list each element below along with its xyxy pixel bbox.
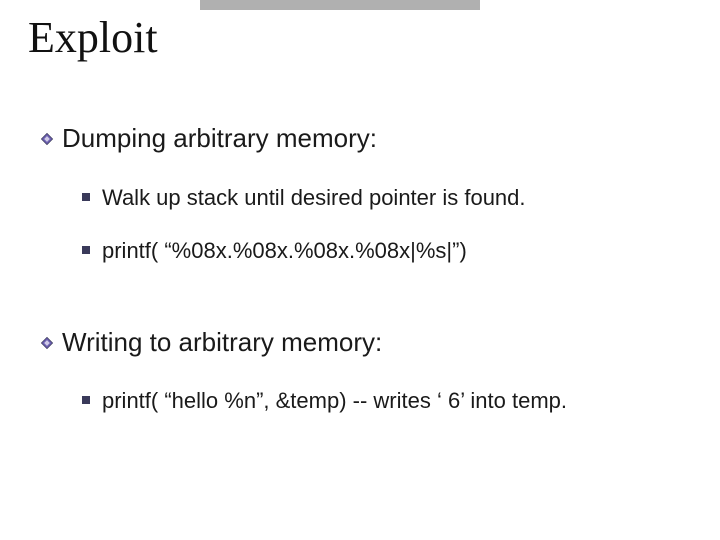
square-icon [82, 193, 90, 201]
square-icon [82, 246, 90, 254]
bullet-level2: Walk up stack until desired pointer is f… [82, 183, 700, 213]
bullet-text: Walk up stack until desired pointer is f… [102, 183, 526, 213]
section-heading: Writing to arbitrary memory: [62, 326, 382, 359]
slide-title: Exploit [28, 12, 158, 63]
bullet-level1: Dumping arbitrary memory: [40, 122, 700, 155]
header-bar [200, 0, 480, 10]
bullet-level1: Writing to arbitrary memory: [40, 326, 700, 359]
square-icon [82, 396, 90, 404]
bullet-level2: printf( “hello %n”, &temp) -- writes ‘ 6… [82, 386, 700, 416]
diamond-icon [40, 336, 54, 350]
section-heading: Dumping arbitrary memory: [62, 122, 377, 155]
bullet-text: printf( “%08x.%08x.%08x.%08x|%s|”) [102, 236, 467, 266]
slide-body: Dumping arbitrary memory: Walk up stack … [40, 122, 700, 440]
diamond-icon [40, 132, 54, 146]
bullet-level2: printf( “%08x.%08x.%08x.%08x|%s|”) [82, 236, 700, 266]
bullet-text: printf( “hello %n”, &temp) -- writes ‘ 6… [102, 386, 567, 416]
slide: Exploit Dumping arbitrary memory: Walk u… [0, 0, 720, 540]
